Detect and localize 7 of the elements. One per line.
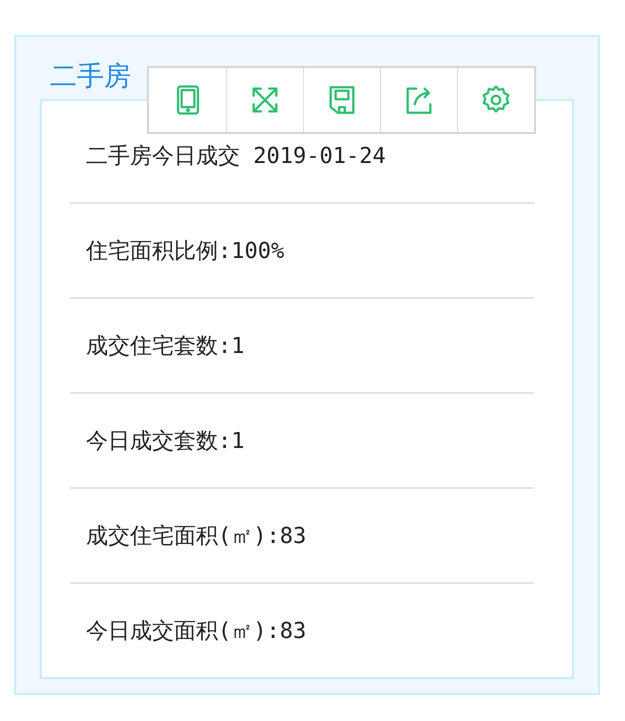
panel-title: 二手房 xyxy=(50,61,131,92)
info-text: 住宅面积比例:100% xyxy=(86,238,284,266)
info-text: 成交住宅套数:1 xyxy=(86,332,244,360)
info-text: 今日成交面积(㎡):83 xyxy=(86,618,306,646)
info-text: 今日成交套数:1 xyxy=(86,428,244,456)
info-text: 成交住宅面积(㎡):83 xyxy=(86,522,306,550)
info-text: 二手房今日成交 2019-01-24 xyxy=(86,142,386,170)
